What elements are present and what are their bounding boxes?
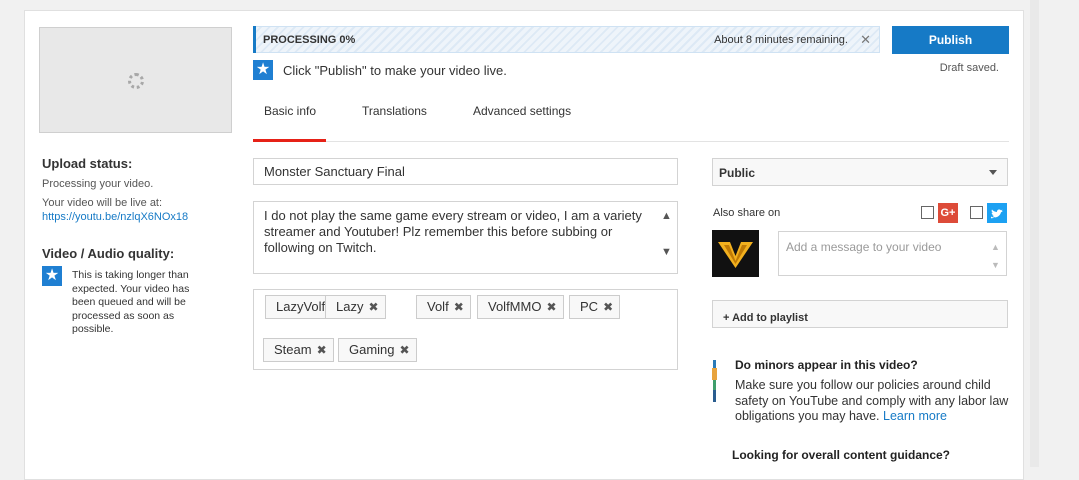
tag-label: Volf bbox=[427, 299, 449, 314]
child-safety-icon bbox=[712, 360, 717, 402]
publish-button[interactable]: Publish bbox=[892, 26, 1009, 54]
tag-label: PC bbox=[580, 299, 599, 314]
tab-basic-info[interactable]: Basic info bbox=[264, 104, 316, 118]
loading-spinner-icon bbox=[128, 73, 144, 89]
tag-remove-icon[interactable]: ✖ bbox=[546, 300, 556, 314]
publish-hint: Click "Publish" to make your video live. bbox=[283, 63, 507, 78]
title-input[interactable] bbox=[253, 158, 678, 185]
minors-text: Make sure you follow our policies around… bbox=[735, 378, 1010, 425]
tag-label: Lazy bbox=[336, 299, 364, 314]
tab-translations[interactable]: Translations bbox=[362, 104, 427, 118]
progress-label: PROCESSING 0% bbox=[263, 34, 356, 46]
tab-divider bbox=[253, 141, 1009, 142]
tag-chip[interactable]: Gaming ✖ bbox=[338, 338, 417, 362]
tag-label: Gaming bbox=[349, 342, 395, 357]
live-at-label: Your video will be live at: bbox=[42, 197, 163, 209]
upload-status-text: Processing your video. bbox=[42, 178, 154, 190]
time-remaining: About 8 minutes remaining. bbox=[714, 34, 848, 46]
tag-remove-icon[interactable]: ✖ bbox=[454, 300, 464, 314]
active-tab-indicator bbox=[253, 139, 326, 142]
share-message-input[interactable] bbox=[778, 231, 1007, 276]
upload-status-heading: Upload status: bbox=[42, 156, 133, 171]
close-icon[interactable]: ✕ bbox=[860, 32, 871, 48]
tag-chip[interactable]: Volf ✖ bbox=[416, 295, 471, 319]
tags-field[interactable]: LazyVolf ✖ Lazy ✖ Volf ✖ VolfMMO ✖ PC ✖ Steam… bbox=[253, 289, 678, 370]
also-share-label: Also share on bbox=[713, 207, 781, 219]
share-twitter-checkbox[interactable] bbox=[970, 206, 983, 219]
video-url-link[interactable]: https://youtu.be/nzlqX6NOx18 bbox=[42, 211, 188, 223]
quality-heading: Video / Audio quality: bbox=[42, 246, 175, 261]
share-google-plus-checkbox[interactable] bbox=[921, 206, 934, 219]
content-guidance-heading: Looking for overall content guidance? bbox=[732, 448, 951, 462]
tag-remove-icon[interactable]: ✖ bbox=[317, 343, 327, 357]
tag-remove-icon[interactable]: ✖ bbox=[400, 343, 410, 357]
google-plus-icon: G+ bbox=[938, 203, 958, 223]
tag-label: LazyVolf bbox=[276, 299, 326, 314]
scroll-up-icon[interactable]: ▲ bbox=[991, 242, 1000, 252]
privacy-select[interactable]: Public bbox=[712, 158, 1008, 186]
tag-label: VolfMMO bbox=[488, 299, 542, 314]
minors-body: Make sure you follow our policies around… bbox=[735, 378, 1009, 423]
minors-heading: Do minors appear in this video? bbox=[735, 358, 918, 372]
quality-note: This is taking longer than expected. You… bbox=[72, 269, 190, 335]
tag-chip[interactable]: VolfMMO ✖ bbox=[477, 295, 564, 319]
scrollbar[interactable] bbox=[1030, 0, 1039, 467]
privacy-value: Public bbox=[719, 166, 756, 180]
description-textarea[interactable]: I do not play the same game every stream… bbox=[253, 201, 678, 274]
star-info-icon: ★ bbox=[42, 266, 62, 286]
channel-avatar bbox=[712, 230, 759, 277]
tag-chip[interactable]: Steam ✖ bbox=[263, 338, 334, 362]
chevron-down-icon bbox=[989, 170, 997, 175]
tag-label: Steam bbox=[274, 342, 312, 357]
twitter-icon bbox=[987, 203, 1007, 223]
tab-advanced-settings[interactable]: Advanced settings bbox=[473, 104, 571, 118]
scroll-down-icon[interactable]: ▼ bbox=[661, 246, 672, 258]
star-info-icon: ★ bbox=[253, 60, 273, 80]
processing-progress-bar: PROCESSING 0% About 8 minutes remaining.… bbox=[253, 26, 880, 53]
scroll-up-icon[interactable]: ▲ bbox=[661, 210, 672, 222]
tag-chip[interactable]: PC ✖ bbox=[569, 295, 621, 319]
tag-remove-icon[interactable]: ✖ bbox=[603, 300, 613, 314]
learn-more-link[interactable]: Learn more bbox=[883, 409, 947, 423]
tag-chip[interactable]: Lazy ✖ bbox=[325, 295, 386, 319]
video-thumbnail bbox=[39, 27, 232, 133]
scroll-down-icon[interactable]: ▼ bbox=[991, 260, 1000, 270]
draft-status: Draft saved. bbox=[939, 62, 999, 74]
add-to-playlist-button[interactable]: + Add to playlist bbox=[712, 300, 1008, 328]
tag-remove-icon[interactable]: ✖ bbox=[368, 300, 378, 314]
progress-accent bbox=[253, 26, 256, 53]
